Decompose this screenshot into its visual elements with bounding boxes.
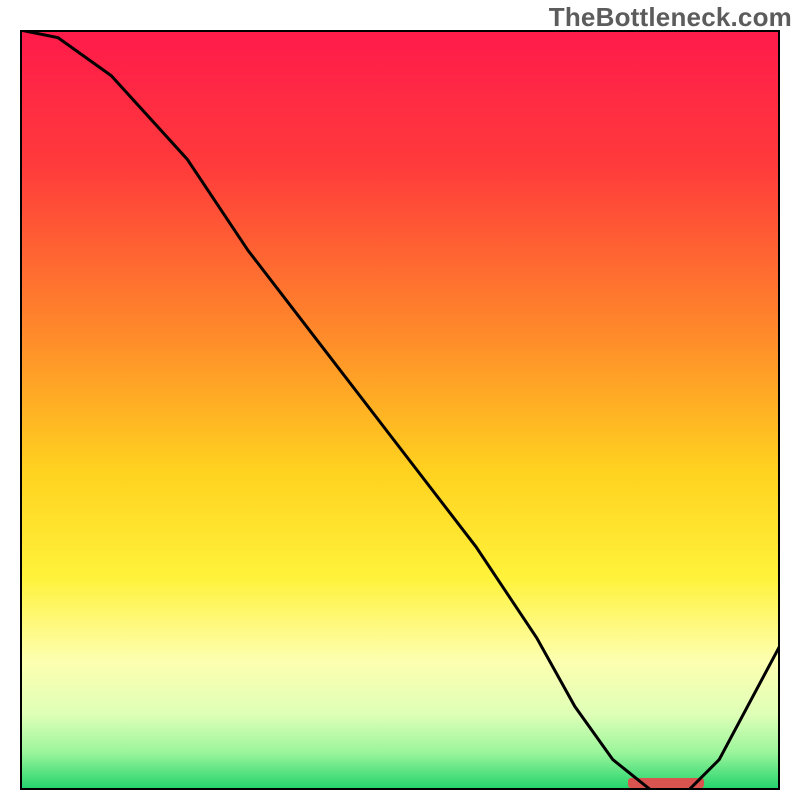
plot-background [20, 30, 780, 790]
bottleneck-chart [20, 30, 780, 790]
chart-container: TheBottleneck.com [0, 0, 800, 800]
watermark-text: TheBottleneck.com [549, 2, 792, 33]
